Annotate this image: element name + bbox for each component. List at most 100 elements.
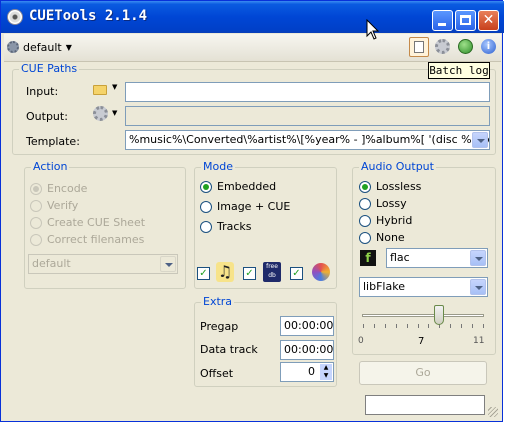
slider-tick — [407, 324, 408, 328]
audio-lossless-label: Lossless — [376, 180, 422, 193]
action-legend: Action — [31, 160, 70, 173]
chevron-down-icon: ▼ — [112, 109, 118, 117]
slider-tick — [461, 324, 462, 328]
window-title: CUETools 2.1.4 — [29, 8, 148, 24]
slider-thumb[interactable] — [434, 305, 444, 325]
offset-label: Offset — [200, 367, 234, 380]
minimize-button[interactable] — [432, 10, 453, 31]
action-verify-radio[interactable] — [30, 200, 42, 212]
encoder-dropdown[interactable]: libFlake — [359, 277, 488, 297]
mode-embedded-label: Embedded — [217, 180, 277, 193]
template-value: %music%\Converted\%artist%\[%year% - ]%a… — [129, 133, 489, 146]
globe-icon — [458, 39, 473, 54]
cd-cover-icon — [312, 263, 330, 281]
input-path-field[interactable] — [125, 82, 490, 102]
format-value: flac — [390, 251, 410, 264]
batch-log-tooltip: Batch log — [428, 62, 490, 79]
mouse-cursor-icon — [366, 19, 380, 40]
slider-tick — [472, 324, 473, 328]
slider-tick — [396, 324, 397, 328]
musicbrainz-checkbox[interactable]: ✓ — [197, 267, 210, 280]
profile-label: default — [23, 40, 62, 54]
gear-icon — [93, 106, 108, 121]
output-label: Output: — [26, 110, 68, 123]
encoder-value: libFlake — [363, 280, 405, 293]
mode-image-cue-radio[interactable] — [200, 201, 212, 213]
script-value: default — [32, 257, 71, 270]
audio-output-legend: Audio Output — [359, 160, 436, 173]
profile-dropdown[interactable]: default ▼ — [7, 38, 72, 56]
resize-grip-icon[interactable] — [488, 407, 498, 417]
maximize-button[interactable] — [455, 10, 476, 31]
audio-hybrid-radio[interactable] — [359, 215, 371, 227]
spin-down-icon[interactable]: ▼ — [320, 372, 332, 380]
action-encode-radio[interactable] — [30, 183, 42, 195]
audio-none-radio[interactable] — [359, 232, 371, 244]
action-verify-label: Verify — [47, 199, 79, 212]
chevron-down-icon: ▼ — [112, 83, 118, 91]
mode-image-cue-label: Image + CUE — [217, 200, 291, 213]
update-button[interactable] — [456, 37, 476, 57]
title-bar[interactable]: CUETools 2.1.4 ✕ — [1, 1, 504, 33]
status-bar — [3, 392, 500, 419]
action-correct-filenames-radio[interactable] — [30, 234, 42, 246]
input-label: Input: — [26, 85, 59, 98]
slider-tick — [363, 324, 364, 328]
slider-tick — [428, 324, 429, 328]
settings-button[interactable] — [433, 37, 453, 57]
batch-log-button[interactable] — [409, 37, 429, 57]
audio-lossy-radio[interactable] — [359, 198, 371, 210]
extra-legend: Extra — [201, 295, 235, 308]
cue-paths-legend: CUE Paths — [19, 62, 80, 75]
action-encode-label: Encode — [47, 182, 88, 195]
audio-hybrid-label: Hybrid — [376, 214, 413, 227]
slider-tick — [385, 324, 386, 328]
cover-art-checkbox[interactable]: ✓ — [290, 267, 303, 280]
data-track-input[interactable]: 00:00:00 — [280, 340, 334, 360]
close-button[interactable]: ✕ — [478, 10, 499, 31]
chevron-down-icon[interactable] — [472, 132, 488, 148]
about-button[interactable]: i — [479, 37, 499, 57]
flac-format-icon: f — [360, 250, 376, 266]
slider-min-label: 0 — [358, 336, 364, 346]
audio-none-label: None — [376, 231, 405, 244]
template-label: Template: — [26, 135, 80, 148]
go-button[interactable]: Go — [359, 361, 487, 385]
slider-tick — [418, 324, 419, 328]
gear-icon — [435, 39, 450, 54]
pregap-input[interactable]: 00:00:00 — [280, 316, 334, 336]
folder-icon — [93, 85, 107, 95]
slider-value-label: 7 — [418, 336, 425, 347]
compression-slider[interactable] — [362, 304, 484, 330]
action-create-cue-radio[interactable] — [30, 217, 42, 229]
toolbar: default ▼ i — [4, 34, 501, 62]
mode-tracks-label: Tracks — [217, 220, 252, 233]
offset-value: 0 — [308, 365, 315, 378]
gear-icon — [7, 41, 19, 53]
chevron-down-icon[interactable] — [160, 256, 176, 272]
slider-tick — [450, 324, 451, 328]
offset-stepper[interactable]: 0 ▲ ▼ — [280, 362, 334, 382]
log-icon — [414, 41, 424, 53]
audio-lossless-radio[interactable] — [359, 181, 371, 193]
mode-tracks-radio[interactable] — [200, 221, 212, 233]
info-icon: i — [481, 39, 496, 54]
freedb-checkbox[interactable]: ✓ — [243, 267, 256, 280]
pregap-label: Pregap — [200, 320, 239, 333]
action-create-cue-label: Create CUE Sheet — [47, 216, 146, 229]
chevron-down-icon: ▼ — [65, 42, 72, 52]
template-dropdown[interactable]: %music%\Converted\%artist%\[%year% - ]%a… — [125, 130, 490, 150]
format-dropdown[interactable]: flac — [386, 248, 488, 268]
output-path-field[interactable] — [125, 106, 490, 126]
music-note-icon: ♫ — [216, 262, 234, 282]
slider-tick — [483, 324, 484, 328]
chevron-down-icon[interactable] — [470, 279, 486, 295]
chevron-down-icon[interactable] — [470, 250, 486, 266]
script-dropdown[interactable]: default — [28, 254, 178, 274]
status-progress-field — [365, 395, 485, 415]
spin-up-icon[interactable]: ▲ — [320, 364, 332, 372]
slider-max-label: 11 — [473, 336, 485, 346]
mode-legend: Mode — [201, 160, 235, 173]
action-correct-filenames-label: Correct filenames — [47, 233, 145, 246]
mode-embedded-radio[interactable] — [200, 181, 212, 193]
